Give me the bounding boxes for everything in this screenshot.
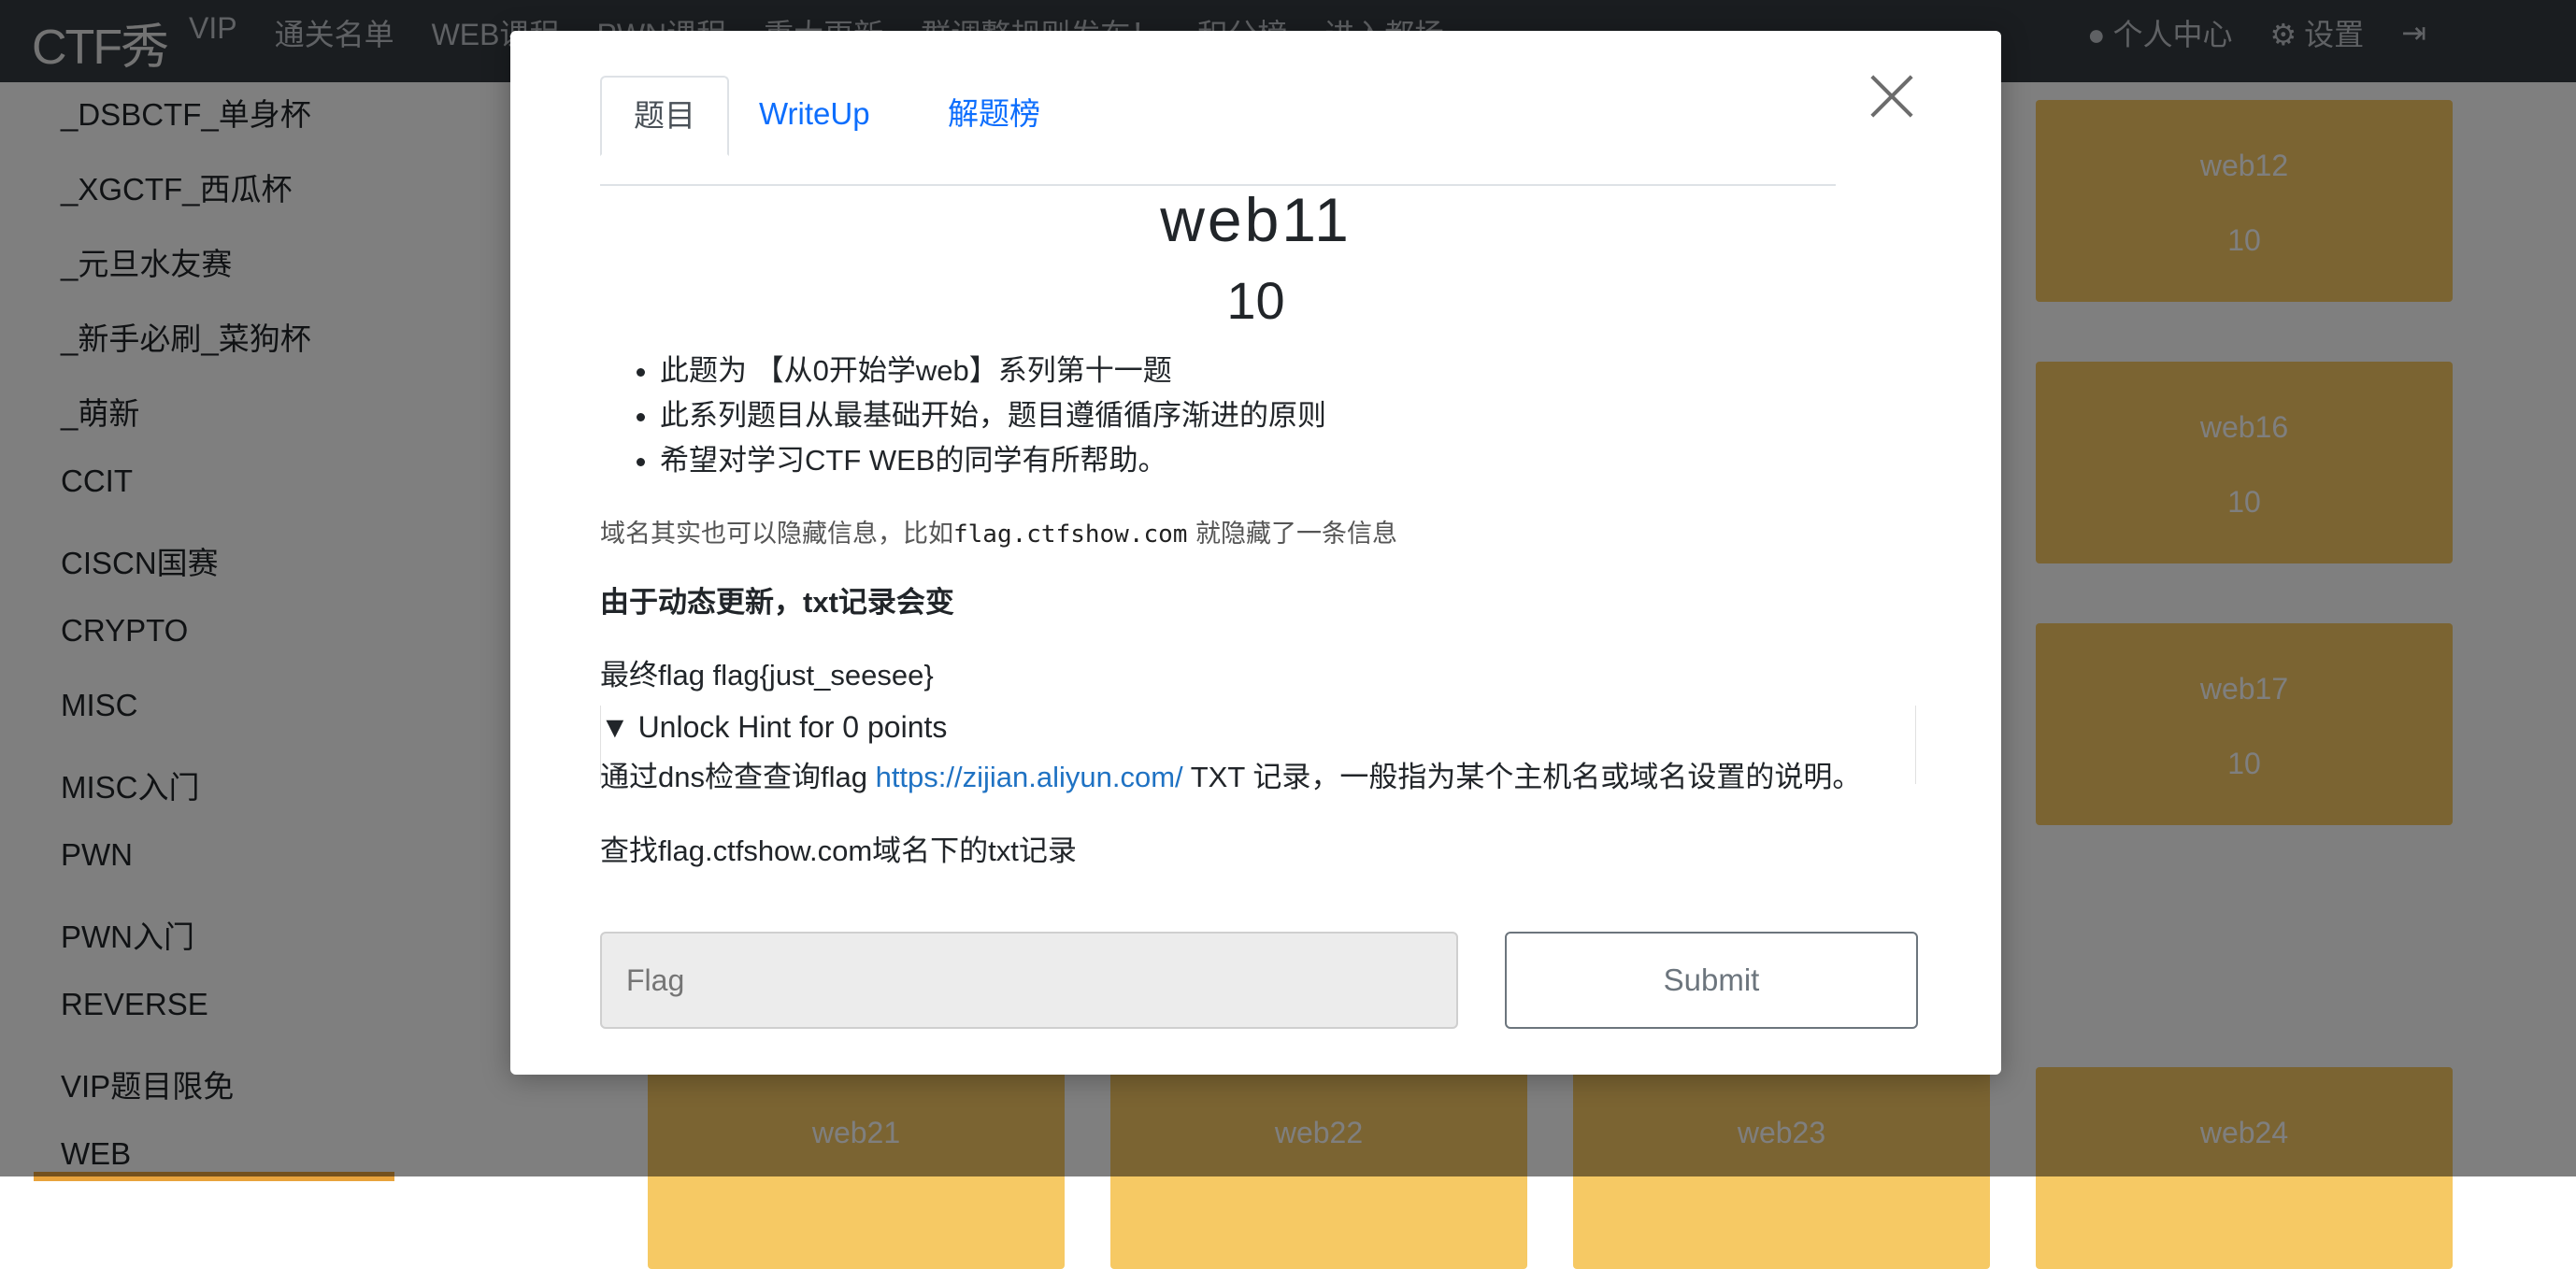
description-item: 此题为 【从0开始学web】系列第十一题: [660, 349, 1927, 393]
domain-code: flag.ctfshow.com: [953, 520, 1188, 549]
tab-writeup[interactable]: WriteUp: [727, 76, 902, 152]
challenge-description: 此题为 【从0开始学web】系列第十一题 此系列题目从最基础开始，题目遵循循序渐…: [600, 349, 1927, 483]
challenge-score: 10: [1226, 271, 1285, 330]
hint-toggle[interactable]: ▼ Unlock Hint for 0 points: [600, 710, 947, 745]
final-flag-text: 最终flag flag{just_seesee}: [600, 659, 934, 692]
description-item: 此系列题目从最基础开始，题目遵循循序渐进的原则: [660, 393, 1927, 438]
dynamic-update-notice: 由于动态更新，txt记录会变: [600, 586, 954, 619]
description-item: 希望对学习CTF WEB的同学有所帮助。: [660, 438, 1927, 483]
description-note: 域名其实也可以隐藏信息，比如flag.ctfshow.com 就隐藏了一条信息: [600, 520, 1398, 549]
tab-solves[interactable]: 解题榜: [916, 76, 1072, 152]
hint-link[interactable]: https://zijian.aliyun.com/: [876, 761, 1183, 793]
search-instruction: 查找flag.ctfshow.com域名下的txt记录: [600, 834, 1077, 867]
challenge-modal: 题目 WriteUp 解题榜 web11 10 此题为 【从0开始学web】系列…: [510, 31, 2001, 1075]
challenge-title: web11: [1160, 185, 1352, 254]
hint-content: 通过dns检查查询flag https://zijian.aliyun.com/…: [600, 761, 1862, 793]
flag-input[interactable]: [600, 932, 1458, 1029]
modal-tabs: 题目 WriteUp 解题榜: [600, 76, 1836, 186]
submit-button[interactable]: Submit: [1505, 932, 1918, 1029]
tab-challenge[interactable]: 题目: [600, 76, 729, 156]
close-icon[interactable]: [1868, 72, 1918, 122]
